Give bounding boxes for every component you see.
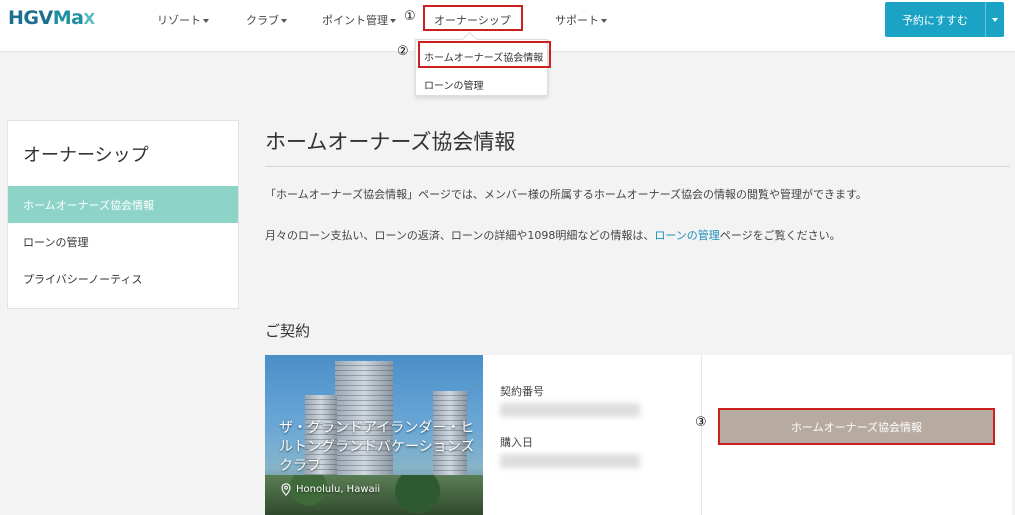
dropdown-item-loan[interactable]: ローンの管理: [424, 77, 484, 92]
sidebar-item-label: ローンの管理: [23, 235, 89, 249]
sidebar: オーナーシップ ホームオーナーズ協会情報 ローンの管理 プライバシーノーティス: [7, 120, 239, 309]
loan-paragraph: 月々のローン支払い、ローンの返済、ローンの詳細や1098明細などの情報は、ローン…: [265, 227, 841, 243]
nav-points-label: ポイント管理: [322, 14, 388, 27]
nav-support-label: サポート: [555, 14, 599, 27]
purchase-date-value-redacted: [500, 454, 640, 468]
chevron-down-icon: [601, 19, 607, 23]
logo-hgv-text: HGV: [8, 7, 53, 29]
marker-two: ②: [397, 44, 409, 59]
nav-support[interactable]: サポート: [555, 12, 607, 28]
logo-max-text: Ma: [52, 7, 84, 29]
sidebar-item-label: プライバシーノーティス: [23, 272, 143, 286]
chevron-down-icon: [281, 19, 287, 23]
card-divider: [701, 355, 702, 515]
reserve-button-label: 予約にすすむ: [901, 13, 969, 27]
sidebar-item-label: ホームオーナーズ協会情報: [23, 198, 155, 212]
loan-paragraph-text: 月々のローン支払い、ローンの返済、ローンの詳細や1098明細などの情報は、: [265, 229, 655, 242]
marker-three: ③: [695, 415, 707, 430]
title-divider: [265, 166, 1010, 167]
reserve-button[interactable]: 予約にすすむ: [885, 2, 1004, 37]
reserve-dropdown-toggle[interactable]: [985, 2, 1004, 37]
hoa-info-button[interactable]: ホームオーナーズ協会情報: [718, 408, 995, 445]
contract-number-label: 契約番号: [500, 385, 544, 398]
purchase-date-label: 購入日: [500, 436, 533, 449]
highlight-box-ownership: [423, 5, 523, 31]
contracts-section-title: ご契約: [265, 322, 311, 340]
sidebar-title: オーナーシップ: [23, 145, 149, 166]
nav-club-label: クラブ: [246, 14, 279, 27]
nav-resorts[interactable]: リゾート: [157, 12, 209, 28]
nav-points[interactable]: ポイント管理: [322, 12, 396, 28]
highlight-box-dropdown-hoa: [418, 41, 551, 68]
nav-resorts-label: リゾート: [157, 14, 201, 27]
contract-card: ザ・グランドアイランダー・ヒルトングランドバケーションズクラブ Honolulu…: [265, 355, 1012, 515]
sidebar-item-hoa[interactable]: ホームオーナーズ協会情報: [8, 186, 238, 223]
location-pin-icon: [281, 483, 291, 496]
page-title: ホームオーナーズ協会情報: [265, 130, 516, 154]
hgv-max-logo[interactable]: HGVMaX: [8, 7, 95, 29]
contract-number-value-redacted: [500, 403, 640, 417]
marker-one: ①: [404, 9, 416, 24]
resort-location: Honolulu, Hawaii: [281, 483, 380, 496]
logo-x-text: X: [83, 10, 95, 28]
loan-paragraph-text-end: ページをご覧ください。: [719, 229, 841, 242]
sidebar-item-loan[interactable]: ローンの管理: [8, 223, 238, 260]
resort-name: ザ・グランドアイランダー・ヒルトングランドバケーションズクラブ: [279, 420, 475, 474]
nav-club[interactable]: クラブ: [246, 12, 287, 28]
resort-location-text: Honolulu, Hawaii: [296, 484, 381, 495]
chevron-down-icon: [992, 17, 998, 22]
chevron-down-icon: [390, 19, 396, 23]
intro-paragraph: 「ホームオーナーズ協会情報」ページでは、メンバー様の所属するホームオーナーズ協会…: [265, 188, 867, 201]
loan-management-link[interactable]: ローンの管理: [654, 229, 719, 242]
chevron-down-icon: [203, 19, 209, 23]
sidebar-item-privacy[interactable]: プライバシーノーティス: [8, 260, 238, 297]
resort-photo: ザ・グランドアイランダー・ヒルトングランドバケーションズクラブ Honolulu…: [265, 355, 483, 515]
